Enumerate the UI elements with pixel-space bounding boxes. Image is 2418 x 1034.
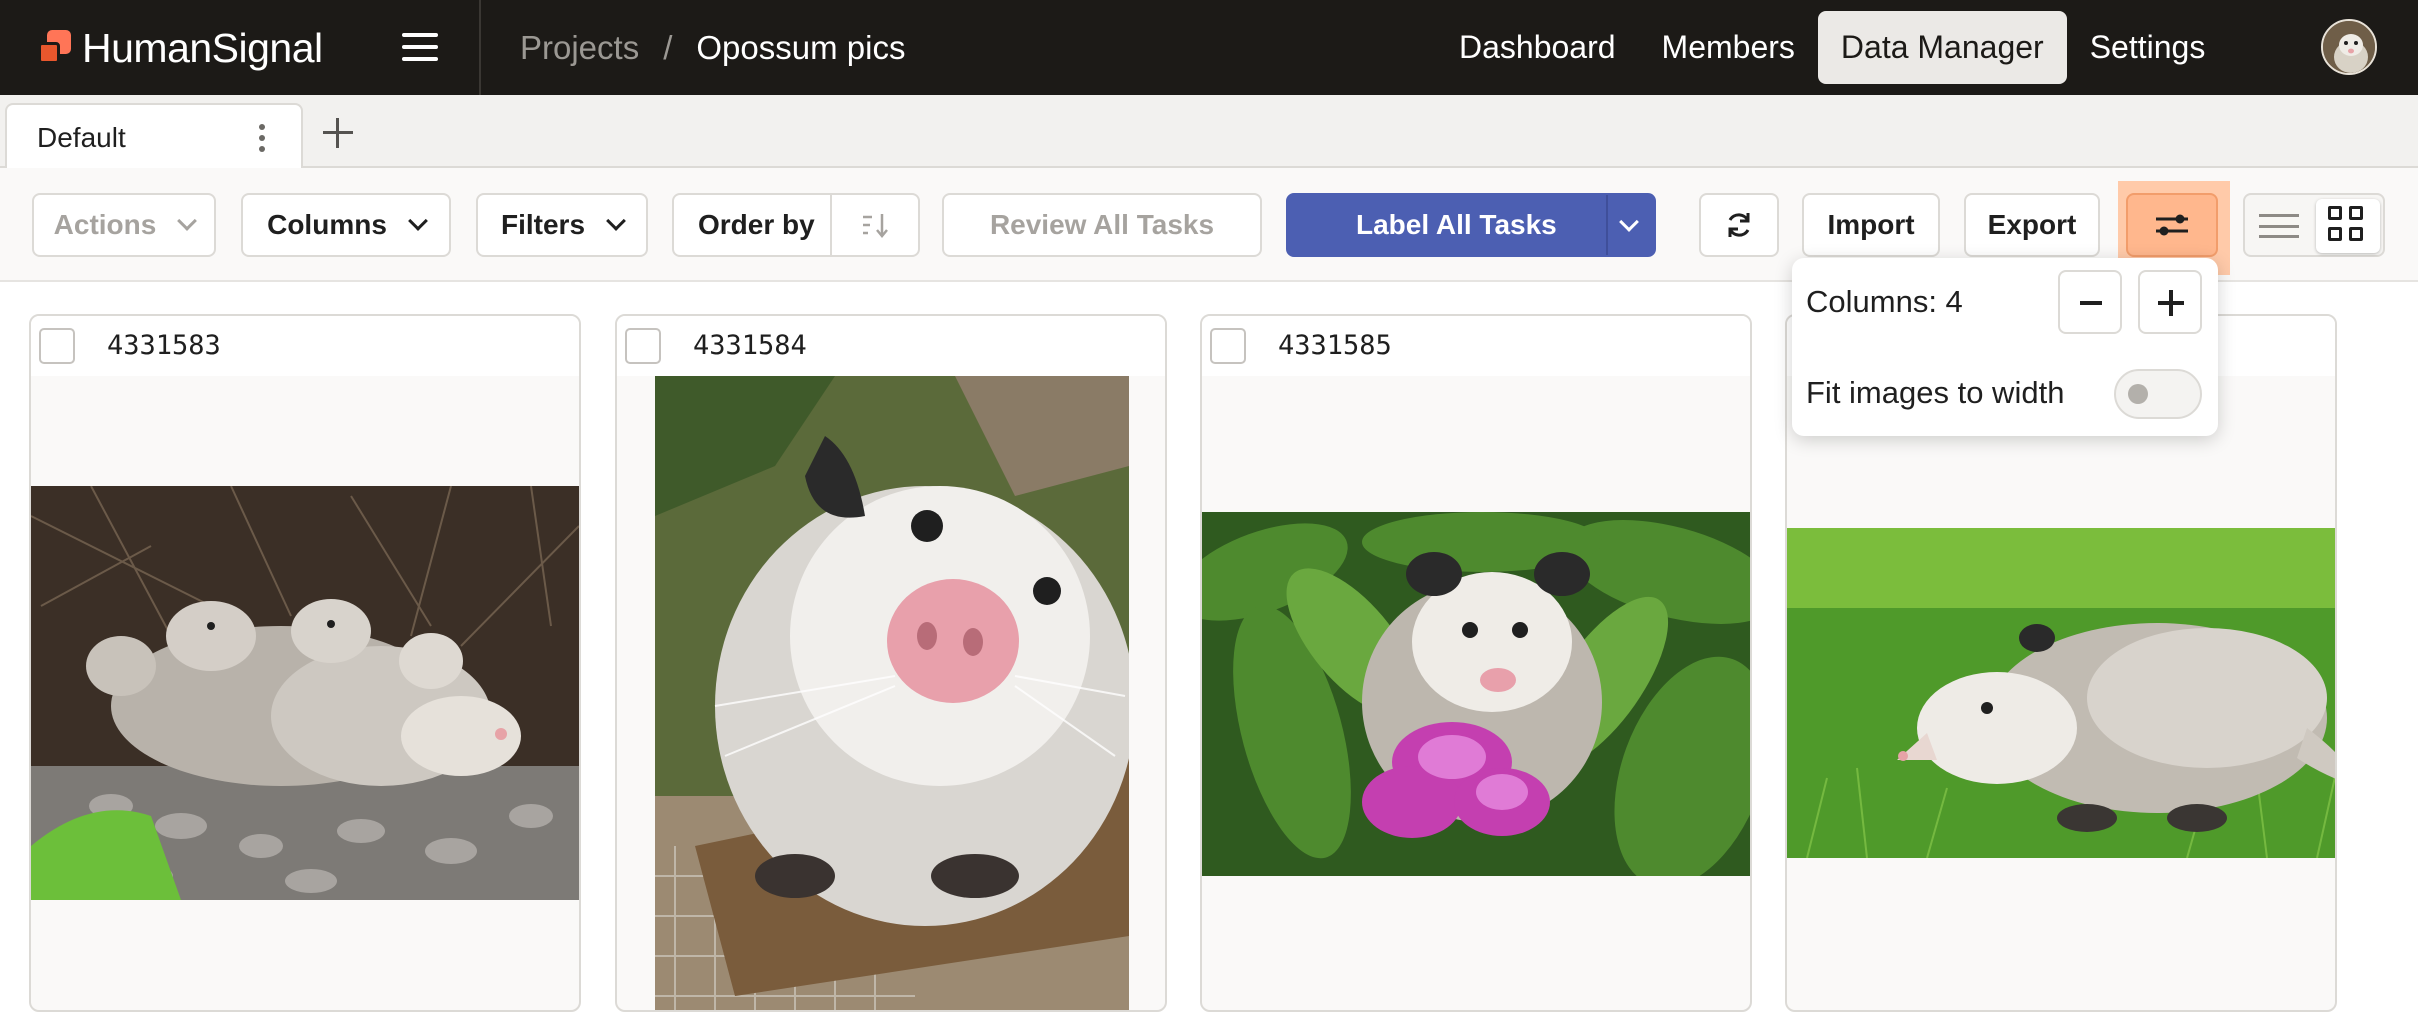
task-image[interactable] xyxy=(655,376,1129,1010)
task-id: 4331583 xyxy=(107,330,221,361)
filters-label: Filters xyxy=(500,209,586,240)
chevron-down-icon xyxy=(177,211,198,231)
view-mode-toggle xyxy=(2243,193,2385,257)
import-label: Import xyxy=(1827,209,1915,240)
task-select-checkbox[interactable] xyxy=(625,328,661,364)
review-all-tasks-button[interactable]: Review All Tasks xyxy=(942,193,1262,257)
fit-images-label: Fit images to width xyxy=(1806,375,2065,410)
decrease-columns-button[interactable] xyxy=(2058,270,2122,334)
chevron-down-icon xyxy=(407,211,428,231)
task-select-checkbox[interactable] xyxy=(1210,328,1246,364)
review-all-label: Review All Tasks xyxy=(989,209,1215,240)
brand-logo[interactable]: HumanSignal xyxy=(38,24,323,71)
task-image[interactable] xyxy=(31,486,579,900)
add-tab-icon[interactable] xyxy=(320,115,356,151)
task-card-header: 4331583 xyxy=(31,316,579,376)
order-by-button[interactable]: Order by xyxy=(672,193,920,257)
label-all-tasks-button[interactable]: Label All Tasks xyxy=(1286,193,1656,257)
tab-default-label: Default xyxy=(37,121,126,153)
view-settings-popover: Columns: 4 Fit images to width xyxy=(1792,258,2218,436)
nav-link-data-manager[interactable]: Data Manager xyxy=(1817,11,2067,84)
task-id: 4331585 xyxy=(1278,330,1392,361)
view-tab-bar: Default xyxy=(0,95,2418,170)
increase-columns-button[interactable] xyxy=(2138,270,2202,334)
nav-divider xyxy=(479,0,481,95)
actions-label: Actions xyxy=(53,209,157,240)
fit-images-toggle[interactable] xyxy=(2114,369,2202,419)
chevron-down-icon[interactable] xyxy=(1619,212,1639,232)
task-id: 4331584 xyxy=(693,330,807,361)
columns-dropdown[interactable]: Columns xyxy=(241,193,451,257)
top-navigation: HumanSignal Projects / Opossum pics Dash… xyxy=(0,0,2418,95)
export-label: Export xyxy=(1987,209,2077,240)
order-by-label: Order by xyxy=(698,209,815,240)
chevron-down-icon xyxy=(606,211,626,231)
task-image[interactable] xyxy=(1787,528,2335,858)
task-card[interactable]: 4331584 xyxy=(615,314,1167,1012)
filters-dropdown[interactable]: Filters xyxy=(476,193,648,257)
grid-view-icon[interactable] xyxy=(2316,199,2380,253)
tab-default[interactable]: Default xyxy=(5,103,303,170)
columns-label: Columns xyxy=(267,209,387,240)
task-card[interactable]: 4331585 xyxy=(1200,314,1752,1012)
nav-link-settings[interactable]: Settings xyxy=(2067,11,2229,84)
refresh-button[interactable] xyxy=(1699,193,1779,257)
breadcrumb-separator: / xyxy=(663,29,673,66)
hamburger-icon[interactable] xyxy=(400,30,440,64)
tab-menu-icon[interactable] xyxy=(259,124,265,152)
task-select-checkbox[interactable] xyxy=(39,328,75,364)
sort-direction-icon[interactable] xyxy=(860,211,890,239)
list-view-icon[interactable] xyxy=(2259,214,2299,238)
sliders-icon xyxy=(2156,214,2188,236)
user-avatar[interactable] xyxy=(2321,19,2377,75)
label-all-label: Label All Tasks xyxy=(1356,209,1557,240)
breadcrumb-projects-link[interactable]: Projects xyxy=(520,29,639,67)
task-image[interactable] xyxy=(1202,512,1750,876)
import-button[interactable]: Import xyxy=(1802,193,1940,257)
logo-icon xyxy=(38,30,74,66)
export-button[interactable]: Export xyxy=(1964,193,2100,257)
nav-link-dashboard[interactable]: Dashboard xyxy=(1436,11,1639,84)
view-settings-button[interactable] xyxy=(2126,193,2218,257)
breadcrumb-current-project[interactable]: Opossum pics xyxy=(696,29,905,67)
nav-links: Dashboard Members Data Manager Settings xyxy=(1436,11,2228,84)
task-card-header: 4331585 xyxy=(1202,316,1750,376)
actions-dropdown[interactable]: Actions xyxy=(32,193,216,257)
nav-link-members[interactable]: Members xyxy=(1639,11,1818,84)
avatar-image xyxy=(2323,21,2375,73)
columns-count-label: Columns: 4 xyxy=(1806,284,1963,319)
refresh-icon xyxy=(1728,213,1750,237)
breadcrumb: Projects / Opossum pics xyxy=(520,24,905,72)
task-card[interactable]: 4331583 xyxy=(29,314,581,1012)
task-card-header: 4331584 xyxy=(617,316,1165,376)
brand-name: HumanSignal xyxy=(82,24,323,71)
